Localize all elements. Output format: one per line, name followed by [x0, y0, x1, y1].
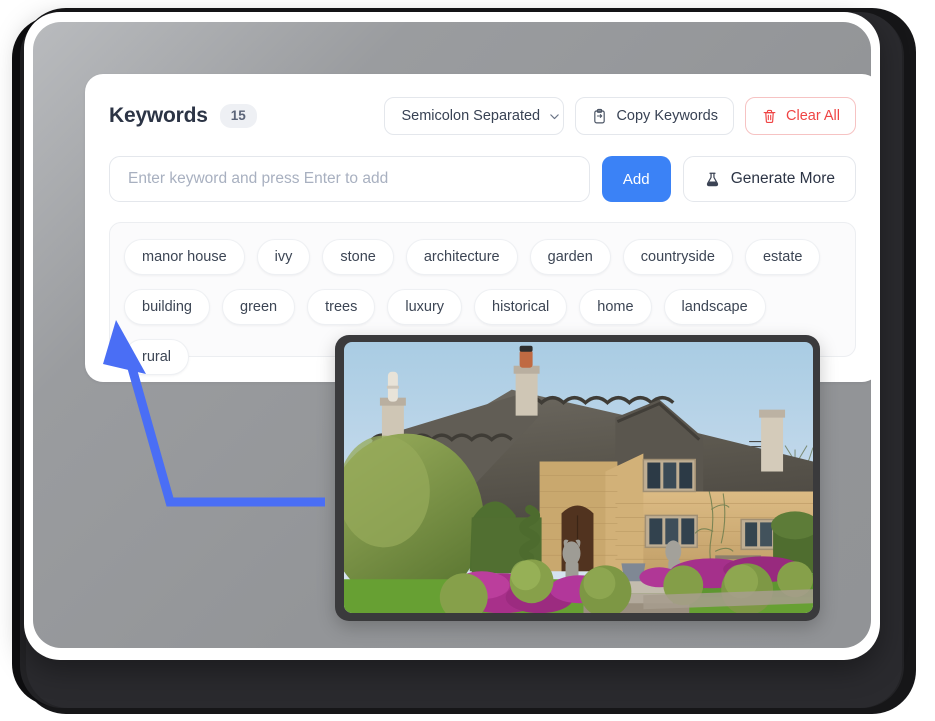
card-header: Keywords 15 Semicolon Separated Copy Key…	[85, 74, 871, 158]
keyword-tag[interactable]: estate	[744, 239, 821, 275]
clear-all-button[interactable]: Clear All	[745, 97, 856, 135]
header-actions: Semicolon Separated Copy Keywords Clear …	[384, 97, 856, 135]
chevron-down-icon	[550, 113, 559, 119]
format-select[interactable]: Semicolon Separated	[384, 97, 565, 135]
generate-more-label: Generate More	[730, 170, 835, 187]
keyword-tag[interactable]: trees	[307, 289, 376, 325]
keyword-tag[interactable]: ivy	[256, 239, 311, 275]
keyword-tag[interactable]: historical	[474, 289, 568, 325]
clipboard-icon	[594, 108, 606, 123]
keyword-input[interactable]	[109, 156, 590, 202]
keyword-input-row: Add Generate More	[109, 156, 856, 202]
flask-icon	[706, 172, 718, 186]
format-select-value: Semicolon Separated	[401, 108, 541, 124]
generate-more-button[interactable]: Generate More	[682, 156, 856, 202]
keyword-tag[interactable]: rural	[124, 339, 190, 375]
keyword-tag[interactable]: green	[222, 289, 296, 325]
title-group: Keywords 15	[109, 104, 257, 128]
copy-keywords-label: Copy Keywords	[616, 108, 718, 124]
trash-icon	[763, 109, 776, 123]
keyword-tag[interactable]: manor house	[124, 239, 245, 275]
app-panel: Keywords 15 Semicolon Separated Copy Key…	[33, 22, 871, 648]
keyword-tag[interactable]: garden	[529, 239, 611, 275]
keyword-tag[interactable]: stone	[322, 239, 394, 275]
keyword-tag[interactable]: architecture	[405, 239, 518, 275]
image-thumbnail-inner	[344, 342, 813, 613]
keyword-tag[interactable]: home	[579, 289, 652, 325]
page-title: Keywords	[109, 104, 208, 127]
cottage-photo	[344, 342, 813, 613]
keyword-tag[interactable]: building	[124, 289, 210, 325]
keyword-count-badge: 15	[219, 104, 257, 128]
screenshot-stage: Keywords 15 Semicolon Separated Copy Key…	[0, 0, 935, 721]
keyword-tag[interactable]: landscape	[663, 289, 766, 325]
keyword-tag[interactable]: luxury	[387, 289, 463, 325]
copy-keywords-button[interactable]: Copy Keywords	[575, 97, 734, 135]
image-thumbnail[interactable]	[335, 335, 820, 621]
keyword-tag[interactable]: countryside	[622, 239, 733, 275]
add-button[interactable]: Add	[601, 156, 671, 202]
clear-all-label: Clear All	[786, 108, 840, 124]
